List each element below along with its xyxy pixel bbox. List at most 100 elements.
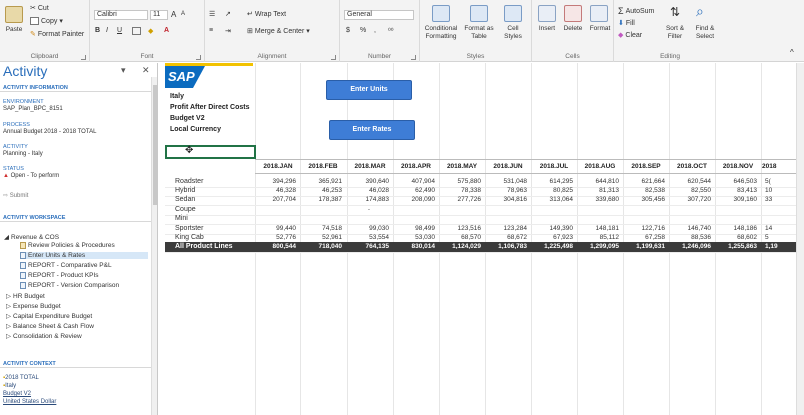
context-item[interactable]: United States Dollar — [3, 399, 56, 405]
table-cell[interactable]: 82,538 — [625, 187, 665, 194]
merge-center-button[interactable]: ⊞ Merge & Center ▾ — [247, 27, 310, 36]
spreadsheet[interactable]: SAP Italy Profit After Direct Costs Budg… — [160, 63, 804, 415]
tree-item-consolidation[interactable]: ▷ Consolidation & Review — [6, 332, 82, 341]
clipboard-launcher-icon[interactable] — [81, 55, 86, 60]
table-cell[interactable]: 123,284 — [487, 225, 528, 232]
context-item[interactable]: ▪2018 TOTAL — [3, 375, 39, 381]
cell-styles-button[interactable]: Cell Styles — [498, 25, 528, 41]
table-cell[interactable]: 82,550 — [671, 187, 711, 194]
number-launcher-icon[interactable] — [411, 55, 416, 60]
table-cell[interactable]: 81,313 — [579, 187, 619, 194]
table-cell[interactable]: 74,518 — [302, 225, 342, 232]
enter-units-button[interactable]: Enter Units — [326, 80, 412, 100]
column-header[interactable]: 2018.APR — [394, 160, 438, 174]
column-header[interactable]: 2018.MAR — [348, 160, 392, 174]
conditional-formatting-button[interactable]: Conditional Formatting — [420, 25, 462, 41]
table-cell[interactable]: 146,740 — [671, 225, 712, 232]
format-as-table-button[interactable]: Format as Table — [462, 25, 496, 41]
table-cell[interactable]: 148,186 — [717, 225, 758, 232]
column-header[interactable]: 2018.FEB — [301, 160, 345, 174]
table-cell[interactable]: 67,258 — [625, 234, 665, 241]
font-size-select[interactable]: 11 — [150, 10, 168, 20]
table-cell[interactable]: 646,503 — [717, 178, 758, 185]
table-cell[interactable]: 98,499 — [395, 225, 435, 232]
table-cell[interactable]: 313,064 — [533, 196, 574, 203]
table-cell[interactable]: 62,490 — [395, 187, 435, 194]
grow-font-button[interactable]: A — [171, 10, 176, 19]
table-cell[interactable]: 305,456 — [625, 196, 666, 203]
close-icon[interactable]: ✕ — [142, 65, 150, 76]
sheet-scrollbar[interactable] — [796, 63, 804, 415]
tree-item-revenue-cos[interactable]: ◢ Revenue & COS — [4, 233, 59, 242]
table-cell[interactable]: 68,672 — [487, 234, 527, 241]
table-cell[interactable]: 620,544 — [671, 178, 712, 185]
insert-button[interactable]: Insert — [534, 25, 560, 33]
table-cell[interactable]: 52,961 — [302, 234, 342, 241]
format-painter-button[interactable]: ✎ Format Painter — [30, 30, 84, 39]
currency-button[interactable]: $ — [346, 27, 350, 34]
bold-button[interactable]: B — [95, 27, 100, 34]
sort-filter-button[interactable]: Sort & Filter — [660, 25, 690, 41]
table-cell[interactable]: 85,112 — [579, 234, 619, 241]
underline-button[interactable]: U — [117, 27, 122, 34]
table-cell[interactable]: 365,921 — [302, 178, 343, 185]
tree-item-balance-sheet[interactable]: ▷ Balance Sheet & Cash Flow — [6, 322, 94, 331]
insert-icon[interactable] — [538, 5, 556, 22]
table-cell[interactable]: 390,640 — [349, 178, 390, 185]
font-color-button[interactable]: A — [164, 27, 169, 34]
orientation-button[interactable]: ↗ — [225, 10, 231, 18]
delete-icon[interactable] — [564, 5, 582, 22]
tree-item-expense-budget[interactable]: ▷ Expense Budget — [6, 302, 61, 311]
paste-icon[interactable] — [5, 6, 23, 23]
delete-button[interactable]: Delete — [559, 25, 587, 33]
tree-item-enter-units-rates[interactable]: Enter Units & Rates — [20, 252, 148, 259]
table-cell[interactable]: 46,328 — [256, 187, 296, 194]
tree-item-capex-budget[interactable]: ▷ Capital Expenditure Budget — [6, 312, 92, 321]
font-name-select[interactable]: Calibri — [94, 10, 148, 20]
borders-button[interactable] — [132, 27, 141, 35]
tree-item-version-comparison[interactable]: REPORT - Version Comparison — [20, 282, 119, 289]
table-cell[interactable]: 46,253 — [302, 187, 342, 194]
table-cell[interactable]: 149,390 — [533, 225, 574, 232]
table-cell[interactable]: 122,716 — [625, 225, 666, 232]
table-cell[interactable]: 88,536 — [671, 234, 711, 241]
table-cell[interactable]: 80,825 — [533, 187, 573, 194]
table-cell[interactable]: 339,680 — [579, 196, 620, 203]
table-cell[interactable]: 614,295 — [533, 178, 574, 185]
sort-filter-icon[interactable]: ⇅ — [670, 5, 688, 22]
table-cell[interactable]: 123,516 — [441, 225, 482, 232]
table-cell[interactable]: 277,726 — [441, 196, 482, 203]
format-cells-icon[interactable] — [590, 5, 608, 22]
italic-button[interactable]: I — [106, 27, 108, 34]
shrink-font-button[interactable]: A — [181, 11, 185, 17]
table-cell[interactable]: 46,028 — [349, 187, 389, 194]
fill-color-button[interactable]: ◆ — [148, 27, 153, 35]
tree-item-hr-budget[interactable]: ▷ HR Budget — [6, 292, 45, 301]
submit-button[interactable]: ⇨ Submit — [3, 192, 28, 199]
table-cell[interactable]: 621,664 — [625, 178, 666, 185]
scrollbar-thumb[interactable] — [153, 85, 157, 205]
tree-item-comparative-pl[interactable]: REPORT - Comparative P&L — [20, 262, 112, 269]
table-cell[interactable]: 575,880 — [441, 178, 482, 185]
collapse-ribbon-icon[interactable]: ^ — [790, 48, 794, 57]
cut-button[interactable]: ✂ Cut — [30, 4, 49, 13]
table-cell[interactable]: 53,030 — [395, 234, 435, 241]
table-cell[interactable]: 644,810 — [579, 178, 620, 185]
context-item[interactable]: ▪Italy — [3, 383, 16, 389]
table-cell[interactable]: 83,413 — [717, 187, 757, 194]
conditional-formatting-icon[interactable] — [432, 5, 450, 22]
table-cell[interactable]: 67,923 — [533, 234, 573, 241]
column-header[interactable]: 2018.MAY — [440, 160, 484, 174]
column-header[interactable]: 2018.OCT — [670, 160, 714, 174]
table-cell[interactable]: 394,296 — [256, 178, 297, 185]
selected-cell[interactable]: ✥ — [165, 145, 256, 159]
find-select-button[interactable]: Find & Select — [690, 25, 720, 41]
column-header[interactable]: 2018.JUL — [532, 160, 576, 174]
table-cell[interactable]: 307,720 — [671, 196, 712, 203]
enter-rates-button[interactable]: Enter Rates — [329, 120, 415, 140]
table-cell[interactable]: 148,181 — [579, 225, 620, 232]
table-cell[interactable]: 174,883 — [349, 196, 390, 203]
font-launcher-icon[interactable] — [196, 55, 201, 60]
table-cell[interactable]: 53,554 — [349, 234, 389, 241]
tree-item-product-kpis[interactable]: REPORT - Product KPIs — [20, 272, 99, 279]
